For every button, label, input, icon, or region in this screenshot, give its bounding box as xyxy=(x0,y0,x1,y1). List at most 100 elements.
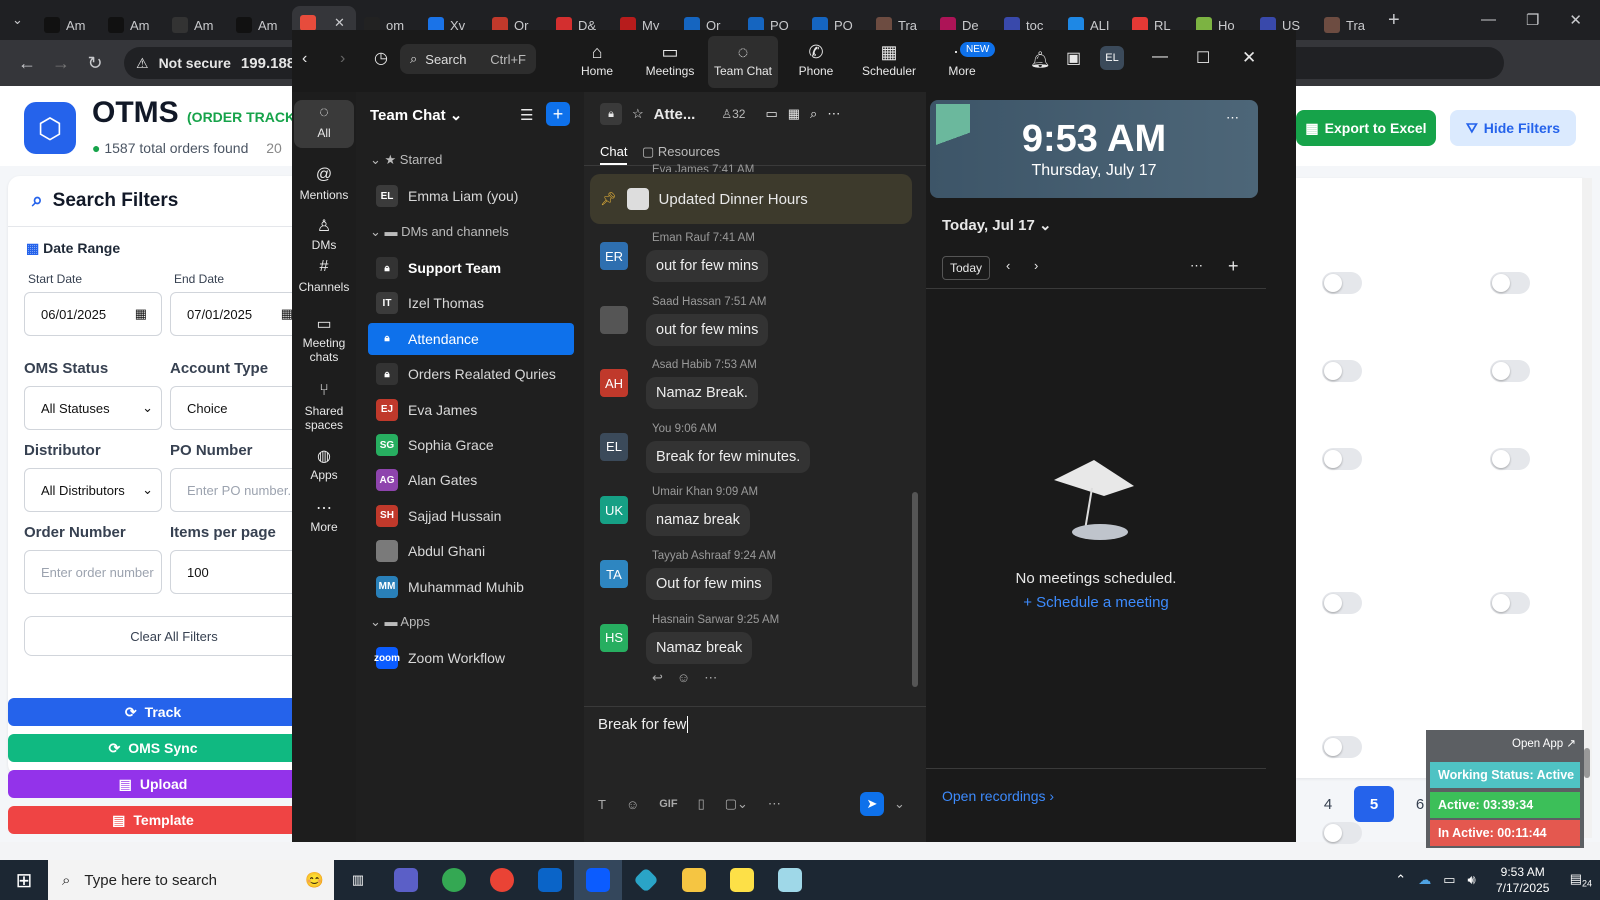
forward-icon[interactable]: › xyxy=(340,50,345,68)
toggle-switch[interactable] xyxy=(1322,272,1362,294)
apps-section[interactable]: ⌄ ▬ Apps xyxy=(370,614,430,630)
toggle-switch[interactable] xyxy=(1322,592,1362,614)
tab-home[interactable]: ⌂ Home xyxy=(562,40,632,78)
zoom-search-box[interactable]: ⌕ Search Ctrl+F xyxy=(400,44,536,74)
send-button[interactable]: ➤ xyxy=(860,792,884,816)
notifications-icon[interactable]: ▤24 xyxy=(1570,871,1592,889)
toggle-switch[interactable] xyxy=(1490,272,1530,294)
distributor-select[interactable]: All Distributors ⌄ xyxy=(24,468,162,512)
template-button[interactable]: ▤ Template xyxy=(8,806,298,834)
browser-tab[interactable]: Am xyxy=(36,10,100,40)
tab-chat[interactable]: Chat xyxy=(600,144,628,165)
rail-mentions[interactable]: @ Mentions xyxy=(294,166,354,202)
forward-icon[interactable]: → xyxy=(44,53,78,74)
filter-icon[interactable]: ☰ xyxy=(520,106,533,124)
reload-icon[interactable]: ↻ xyxy=(78,53,112,74)
start-date-input[interactable]: 06/01/2025 ▦ xyxy=(24,292,162,336)
today-button[interactable]: Today xyxy=(942,256,990,280)
sidebar-item[interactable]: EL Emma Liam (you) xyxy=(368,180,574,212)
file-icon[interactable]: ▯ xyxy=(698,796,705,812)
history-icon[interactable]: ◷ xyxy=(374,48,388,68)
notification-bell-icon[interactable]: 🔔︎ xyxy=(1030,50,1050,70)
toggle-switch[interactable] xyxy=(1322,360,1362,382)
end-date-input[interactable]: 07/01/2025 ▦ xyxy=(170,292,308,336)
tab-search-button[interactable]: ⌄ xyxy=(8,5,36,35)
chat-message[interactable]: EL You 9:06 AM Break for few minutes. xyxy=(600,423,900,483)
restore-icon[interactable]: ❐ xyxy=(1526,11,1539,29)
tab-phone[interactable]: ✆ Phone xyxy=(781,40,851,78)
chevron-up-icon[interactable]: ⌃ xyxy=(1395,872,1406,888)
rail-channels[interactable]: # Channels xyxy=(294,258,354,294)
oms-status-select[interactable]: All Statuses ⌄ xyxy=(24,386,162,430)
chat-scrollbar[interactable] xyxy=(912,492,918,687)
avatar[interactable]: EL xyxy=(1100,46,1124,70)
network-icon[interactable]: ▭ xyxy=(1443,872,1455,888)
sidebar-item[interactable]: Abdul Ghani xyxy=(368,535,574,567)
chat-message[interactable]: ER Eman Rauf 7:41 AM out for few mins xyxy=(600,232,900,292)
gift-icon[interactable]: ▣ xyxy=(1066,48,1081,68)
sidebar-item[interactable]: MM Muhammad Muhib xyxy=(368,571,574,603)
close-icon[interactable]: ✕ xyxy=(1569,11,1582,29)
chevron-right-icon[interactable]: › xyxy=(1034,258,1038,273)
export-to-excel-button[interactable]: ▦ Export to Excel xyxy=(1296,110,1436,146)
oms-sync-button[interactable]: ⟳ OMS Sync xyxy=(8,734,298,762)
zoom-taskbar-icon[interactable] xyxy=(574,860,622,900)
sticky-notes-icon[interactable] xyxy=(718,860,766,900)
tab-meetings[interactable]: ▭ Meetings xyxy=(635,40,705,78)
rail-all[interactable]: ◌ All xyxy=(294,100,354,148)
members-count[interactable]: ♙32 xyxy=(721,107,745,121)
browser-tab[interactable]: Am xyxy=(100,10,164,40)
chat-message[interactable]: UK Umair Khan 9:09 AM namaz break xyxy=(600,486,900,546)
app-icon[interactable] xyxy=(622,860,670,900)
hide-filters-button[interactable]: ⛛ Hide Filters xyxy=(1450,110,1576,146)
sidebar-item[interactable]: 🔒︎ Attendance xyxy=(368,322,574,355)
taskbar-search[interactable]: ⌕ Type here to search 😊 xyxy=(48,860,334,900)
chevron-down-icon[interactable]: ⌄ xyxy=(894,796,905,812)
sidebar-item[interactable]: IT Izel Thomas xyxy=(368,287,574,319)
rail-apps[interactable]: ◍ Apps xyxy=(294,446,354,482)
upload-button[interactable]: ▤ Upload xyxy=(8,770,298,798)
pinned-message[interactable]: 📌︎ Updated Dinner Hours xyxy=(590,174,912,224)
chat-message[interactable]: HS Hasnain Sarwar 9:25 AM Namaz break xyxy=(600,614,900,674)
more-icon[interactable]: ⋯ xyxy=(768,796,781,812)
tab-team-chat[interactable]: ◌ Team Chat xyxy=(708,36,778,88)
add-icon[interactable]: + xyxy=(1228,256,1239,277)
search-icon[interactable]: ⌕ xyxy=(810,106,817,122)
sidebar-item[interactable]: EJ Eva James xyxy=(368,394,574,426)
open-recordings-link[interactable]: Open recordings › xyxy=(942,788,1054,804)
browser-tab[interactable]: Am xyxy=(164,10,228,40)
tab-resources[interactable]: ▢ Resources xyxy=(642,144,720,160)
sidebar-item[interactable]: 🔒︎ Support Team xyxy=(368,252,574,284)
toggle-switch[interactable] xyxy=(1322,822,1362,844)
rail-meeting-chats[interactable]: ▭ Meeting chats xyxy=(294,314,354,364)
app-icon[interactable] xyxy=(766,860,814,900)
volume-icon[interactable]: 🔊︎ xyxy=(1467,872,1475,888)
sidebar-item[interactable]: SH Sajjad Hussain xyxy=(368,500,574,532)
close-icon[interactable]: ✕ xyxy=(1242,48,1256,68)
toggle-switch[interactable] xyxy=(1490,448,1530,470)
tab-scheduler[interactable]: ▦ Scheduler xyxy=(854,40,924,78)
star-icon[interactable]: ☆ xyxy=(632,106,644,122)
starred-section[interactable]: ⌄ ★ Starred xyxy=(370,152,442,168)
chrome-profile-icon[interactable] xyxy=(478,860,526,900)
calendar-icon[interactable]: ▦ xyxy=(788,106,800,122)
teams-icon[interactable] xyxy=(382,860,430,900)
screenshot-icon[interactable]: ▢⌄ xyxy=(725,796,748,812)
sidebar-title[interactable]: Team Chat ⌄ xyxy=(370,106,462,124)
compose-button[interactable]: + xyxy=(546,102,570,126)
sidebar-item[interactable]: SG Sophia Grace xyxy=(368,429,574,461)
video-icon[interactable]: ▭ xyxy=(765,106,777,122)
more-icon[interactable]: ⋯ xyxy=(1226,110,1239,126)
emoji-icon[interactable]: ☺ xyxy=(626,797,639,812)
new-tab-button[interactable]: + xyxy=(1380,5,1408,35)
chrome-icon[interactable] xyxy=(430,860,478,900)
browser-tab[interactable]: Am xyxy=(228,10,292,40)
onedrive-icon[interactable]: ☁ xyxy=(1418,872,1431,888)
clear-all-filters-button[interactable]: Clear All Filters xyxy=(24,616,324,656)
order-number-input[interactable]: Enter order number xyxy=(24,550,162,594)
more-icon[interactable]: ⋯ xyxy=(827,106,840,122)
sidebar-item[interactable]: AG Alan Gates xyxy=(368,464,574,496)
maximize-icon[interactable]: ☐ xyxy=(1196,48,1210,68)
page-5-button[interactable]: 5 xyxy=(1354,786,1394,822)
rail-more[interactable]: ⋯ More xyxy=(294,498,354,534)
